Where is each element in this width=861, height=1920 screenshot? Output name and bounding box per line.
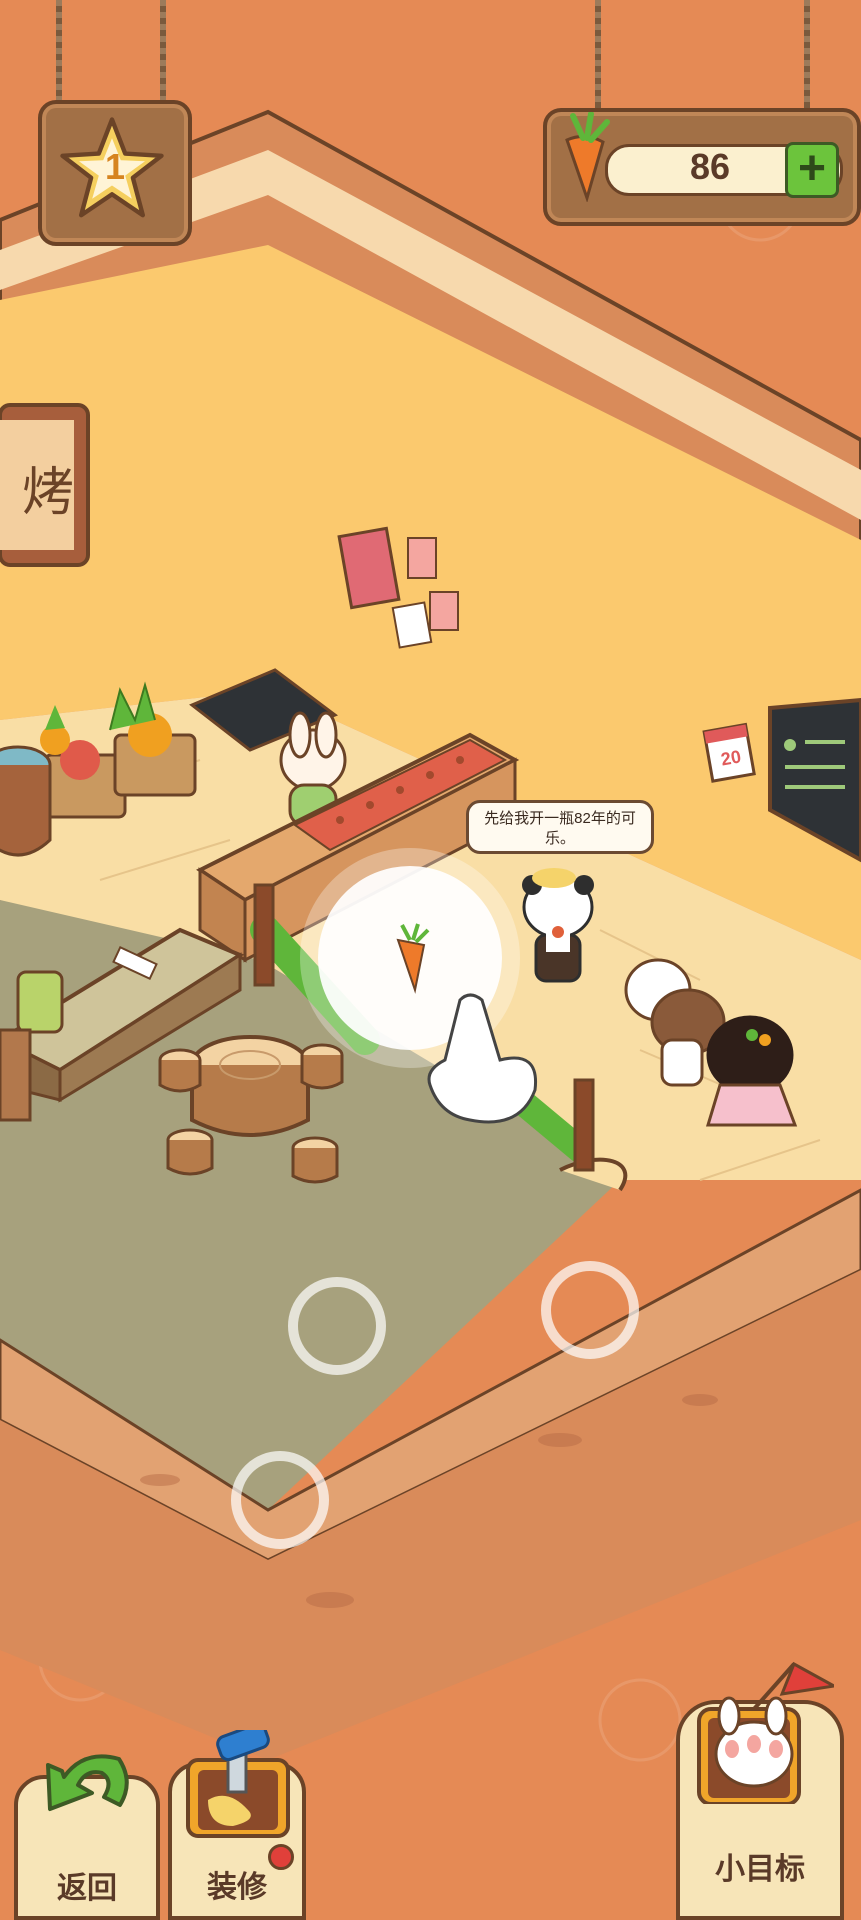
restaurant-scene: 烤 [0,0,861,1920]
add-carrots-button[interactable]: + [785,142,839,198]
goals-icon [697,1661,834,1804]
back-button[interactable]: 返回 [14,1754,160,1920]
level-badge[interactable]: 1 [38,100,192,246]
carrot-counter: 86 + [543,108,861,226]
goals-button[interactable]: 小目标 [676,1661,844,1920]
carrot-count: 86 [689,146,731,187]
girl-customer [705,1015,798,1127]
carrot-icon [565,112,610,202]
back-label: 返回 [57,1871,117,1906]
svg-text:烤: 烤 [22,463,74,523]
level-value: 1 [104,146,126,187]
goals-label: 小目标 [715,1852,805,1887]
speech-text: 先给我开一瓶82年的可乐。 [484,810,636,847]
back-arrow-icon [46,1754,129,1811]
decorate-label: 装修 [207,1870,267,1905]
customer-speech-bubble: 先给我开一瓶82年的可乐。 [466,800,654,854]
plus-icon: + [797,142,827,195]
paint-bucket-icon [186,1730,290,1838]
decorate-button[interactable]: 装修 [168,1730,306,1920]
